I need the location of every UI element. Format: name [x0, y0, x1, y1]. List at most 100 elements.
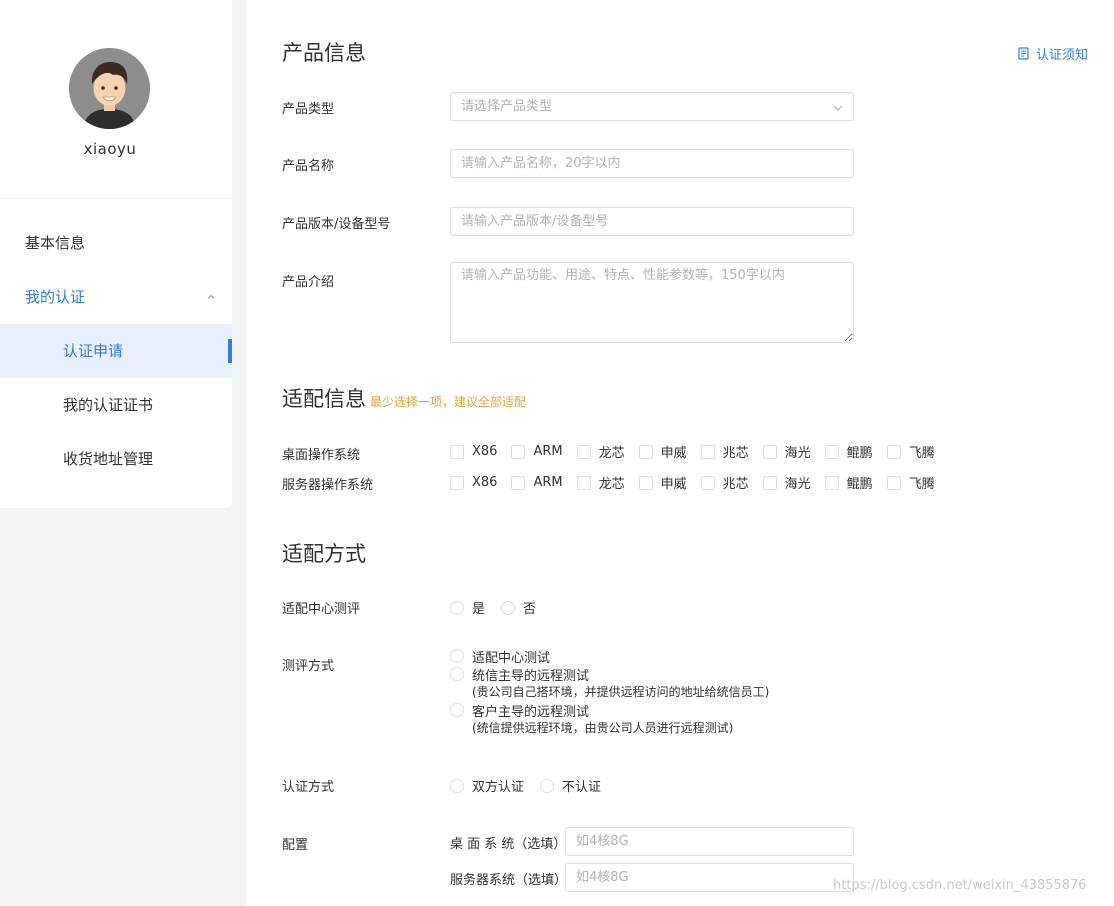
checkbox-server-arm[interactable]: ARM	[511, 475, 563, 490]
product-type-select[interactable]	[450, 92, 854, 121]
checkbox-box	[511, 475, 526, 490]
eval-uos-remote-note: (贵公司自己搭环境，并提供远程访问的地址给统信员工)	[472, 685, 770, 699]
desktop-os-label: 桌面操作系统	[282, 448, 361, 463]
checkbox-server-x86[interactable]: X86	[450, 475, 497, 490]
product-name-input[interactable]	[450, 149, 854, 178]
radio-label: 统信主导的远程测试	[472, 668, 590, 684]
checkbox-label: 鲲鹏	[846, 477, 873, 492]
menu-address-mgmt[interactable]: 收货地址管理	[0, 432, 232, 486]
checkbox-label: 兆芯	[722, 477, 749, 492]
checkbox-desktop-loongson[interactable]: 龙芯	[576, 442, 625, 461]
cert-notice-link[interactable]: 认证须知	[1018, 44, 1088, 63]
checkbox-box	[824, 444, 839, 459]
cert-method-radios: 双方认证 不认证	[450, 776, 617, 795]
checkbox-box	[700, 475, 715, 490]
menu-basic-info[interactable]: 基本信息	[0, 216, 232, 270]
avatar[interactable]	[69, 48, 150, 129]
menu-my-cert-label: 我的认证	[25, 288, 86, 306]
checkbox-server-hygon[interactable]: 海光	[762, 473, 811, 492]
eval-method-label: 测评方式	[282, 659, 335, 674]
checkbox-desktop-zhaoxin[interactable]: 兆芯	[700, 442, 749, 461]
main-form: 产品信息 认证须知 产品类型 产品名称 产品版本/设备型号 产品介绍 适配信息最…	[246, 0, 1114, 906]
eval-method-radios: 适配中心测试 统信主导的远程测试 (贵公司自己搭环境，并提供远程访问的地址给统信…	[450, 647, 769, 737]
checkbox-desktop-sunway[interactable]: 申威	[638, 442, 687, 461]
radio-dot	[450, 703, 464, 717]
checkbox-label: 海光	[784, 477, 811, 492]
checkbox-box	[511, 444, 526, 459]
radio-dot	[501, 600, 516, 615]
section-title-adapt-info: 适配信息 最少选择一项，建议全部适配	[282, 383, 526, 413]
checkbox-server-zhaoxin[interactable]: 兆芯	[700, 473, 749, 492]
radio-label: 双方认证	[472, 780, 525, 795]
checkbox-box	[638, 444, 653, 459]
menu-my-certificates[interactable]: 我的认证证书	[0, 378, 232, 432]
checkbox-desktop-x86[interactable]: X86	[450, 444, 497, 459]
radio-label: 不认证	[562, 780, 602, 795]
checkbox-label: 飞腾	[908, 446, 935, 461]
checkbox-label: X86	[472, 444, 498, 459]
product-type-input[interactable]	[450, 92, 854, 121]
checkbox-label: 龙芯	[598, 446, 625, 461]
radio-cert-mutual[interactable]: 双方认证	[450, 776, 524, 795]
checkbox-label: 龙芯	[598, 477, 625, 492]
username: xiaoyu	[83, 140, 137, 158]
menu-my-cert[interactable]: 我的认证	[0, 270, 232, 324]
menu-cert-apply[interactable]: 认证申请	[0, 324, 232, 378]
radio-dot	[450, 667, 464, 681]
checkbox-box	[576, 475, 591, 490]
product-version-label: 产品版本/设备型号	[282, 217, 391, 232]
product-type-label: 产品类型	[282, 102, 335, 117]
checkbox-server-phytium[interactable]: 飞腾	[886, 473, 935, 492]
checkbox-box	[700, 444, 715, 459]
checkbox-box	[762, 444, 777, 459]
checkbox-desktop-kunpeng[interactable]: 鲲鹏	[824, 442, 873, 461]
radio-label: 适配中心测试	[472, 650, 551, 666]
radio-eval-customer-remote[interactable]: 客户主导的远程测试	[450, 701, 769, 720]
cert-method-label: 认证方式	[282, 780, 335, 795]
checkbox-server-loongson[interactable]: 龙芯	[576, 473, 625, 492]
server-os-checkboxes: X86 ARM 龙芯 申威 兆芯 海光 鲲鹏 飞腾	[450, 473, 949, 492]
product-version-input[interactable]	[450, 207, 854, 236]
radio-eval-center-test[interactable]: 适配中心测试	[450, 647, 769, 666]
adapt-info-title: 适配信息	[282, 387, 366, 411]
radio-dot	[540, 778, 555, 793]
server-config-label: 服务器系统（选填）	[450, 873, 568, 888]
checkbox-desktop-hygon[interactable]: 海光	[762, 442, 811, 461]
checkbox-desktop-phytium[interactable]: 飞腾	[886, 442, 935, 461]
checkbox-label: ARM	[533, 444, 563, 459]
checkbox-desktop-arm[interactable]: ARM	[511, 444, 563, 459]
checkbox-box	[450, 475, 464, 490]
checkbox-server-sunway[interactable]: 申威	[638, 473, 687, 492]
product-intro-textarea[interactable]	[450, 262, 854, 343]
radio-dot	[450, 600, 464, 615]
radio-label: 否	[523, 602, 537, 617]
checkbox-server-kunpeng[interactable]: 鲲鹏	[824, 473, 873, 492]
radio-cert-none[interactable]: 不认证	[540, 776, 601, 795]
server-config-input[interactable]	[565, 863, 854, 892]
desktop-config-label: 桌 面 系 统（选填）	[450, 837, 567, 852]
checkbox-label: 兆芯	[722, 446, 749, 461]
radio-center-eval-no[interactable]: 否	[501, 598, 536, 617]
center-eval-radios: 是 否	[450, 598, 552, 617]
checkbox-label: 飞腾	[908, 477, 935, 492]
checkbox-box	[576, 444, 591, 459]
sidebar-divider	[0, 198, 232, 199]
avatar-image	[69, 48, 150, 129]
center-eval-label: 适配中心测评	[282, 602, 361, 617]
server-os-label: 服务器操作系统	[282, 478, 374, 493]
desktop-config-input[interactable]	[565, 827, 854, 856]
radio-label: 客户主导的远程测试	[472, 704, 590, 720]
desktop-os-checkboxes: X86 ARM 龙芯 申威 兆芯 海光 鲲鹏 飞腾	[450, 442, 949, 461]
checkbox-box	[450, 444, 464, 459]
radio-eval-uos-remote[interactable]: 统信主导的远程测试	[450, 665, 769, 684]
checkbox-label: 申威	[660, 477, 687, 492]
document-icon	[1018, 47, 1029, 60]
section-title-adapt-method: 适配方式	[282, 542, 366, 566]
checkbox-label: X86	[472, 475, 498, 490]
section-title-product: 产品信息	[282, 41, 366, 65]
product-name-label: 产品名称	[282, 159, 335, 174]
checkbox-box	[886, 444, 901, 459]
sidebar: xiaoyu 基本信息 我的认证 认证申请 我的认证证书 收货地址管理	[0, 0, 232, 508]
radio-center-eval-yes[interactable]: 是	[450, 598, 485, 617]
config-label: 配置	[282, 838, 309, 853]
